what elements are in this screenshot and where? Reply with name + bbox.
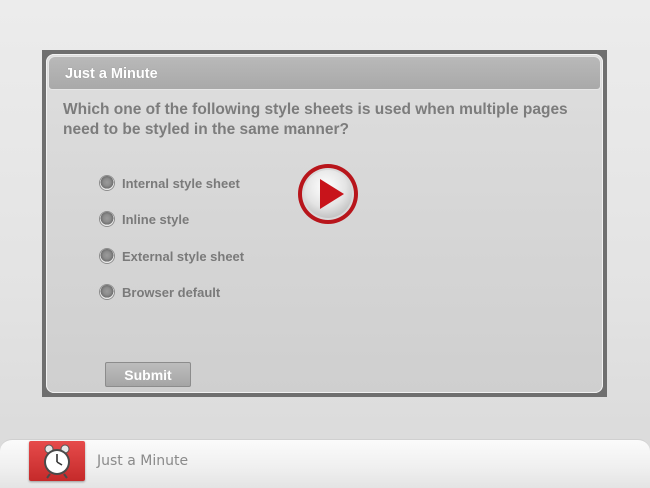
quiz-header: Just a Minute [48, 56, 601, 90]
quiz-frame: Just a Minute Which one of the following… [42, 50, 607, 397]
quiz-panel: Just a Minute Which one of the following… [46, 54, 603, 393]
radio-button-icon[interactable] [100, 176, 114, 190]
option-label: External style sheet [122, 248, 245, 264]
radio-button-icon[interactable] [100, 249, 114, 263]
option-label: Browser default [122, 284, 221, 300]
option-external-style-sheet[interactable]: External style sheet [100, 246, 244, 266]
radio-button-icon[interactable] [100, 212, 114, 226]
option-label: Inline style [122, 211, 190, 227]
play-icon [298, 164, 358, 224]
option-internal-style-sheet[interactable]: Internal style sheet [100, 173, 240, 193]
quiz-title: Just a Minute [65, 66, 158, 82]
bottom-bar: Just a Minute [0, 439, 650, 488]
option-browser-default[interactable]: Browser default [100, 282, 220, 302]
radio-button-icon[interactable] [100, 285, 114, 299]
submit-button[interactable]: Submit [105, 362, 191, 387]
play-video-button[interactable] [296, 162, 360, 226]
option-inline-style[interactable]: Inline style [100, 209, 189, 229]
alarm-clock-icon [29, 441, 85, 481]
footer-title: Just a Minute [97, 453, 189, 469]
option-label: Internal style sheet [122, 175, 240, 191]
question-text: Which one of the following style sheets … [63, 101, 568, 138]
